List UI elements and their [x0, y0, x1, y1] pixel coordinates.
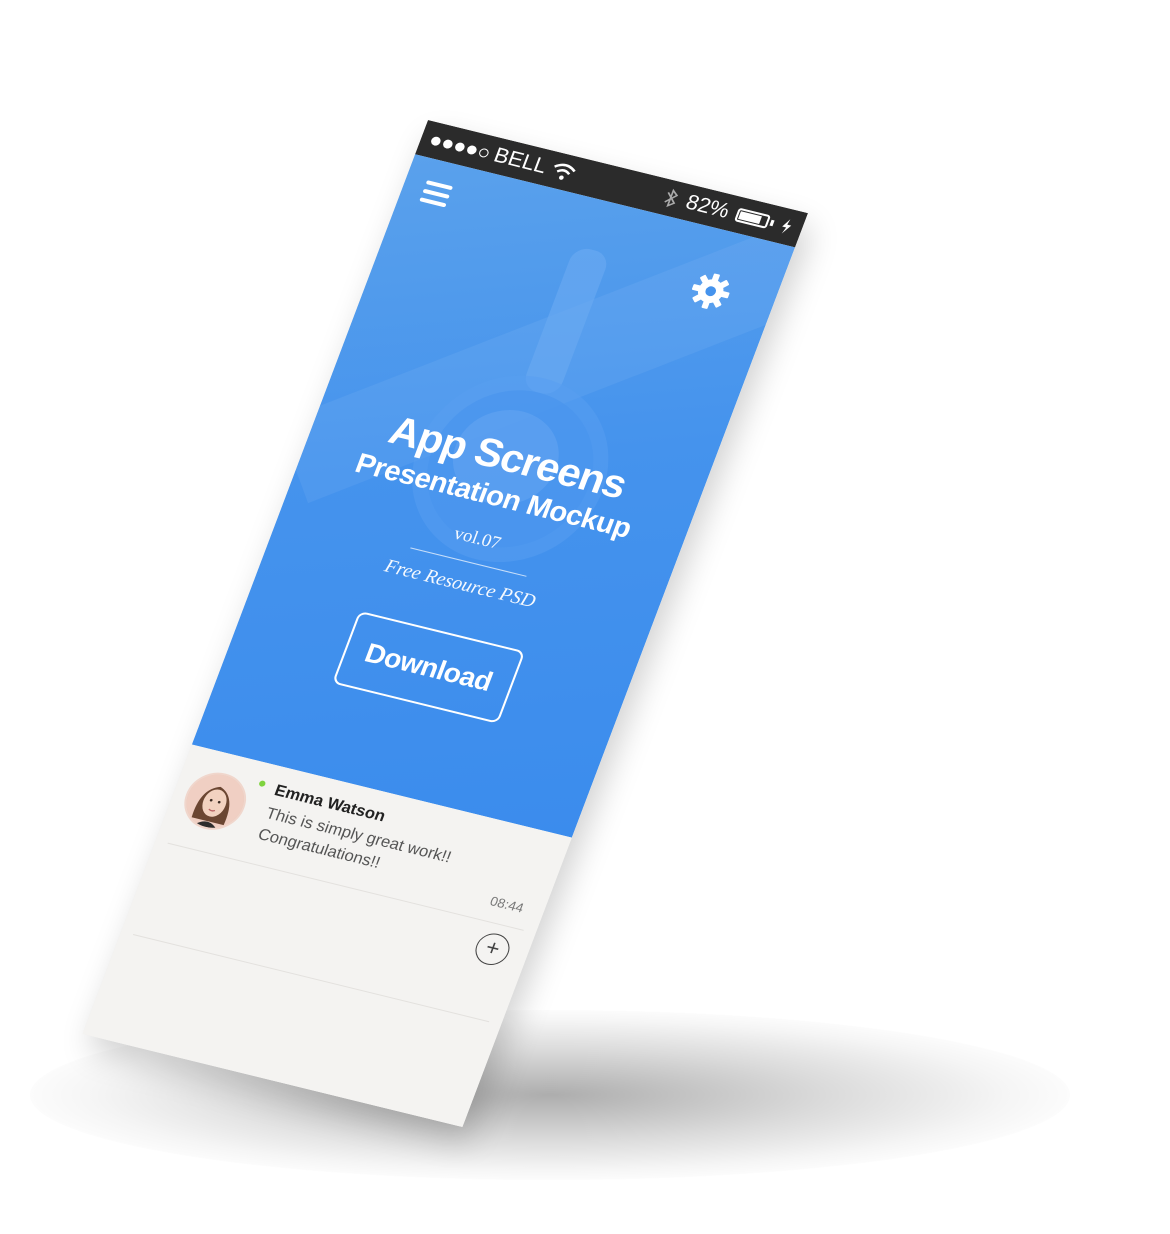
phone-screen: BELL 82% App Screens Presentation Mockup… — [82, 120, 808, 1128]
feed-divider — [132, 934, 490, 1023]
hero-panel: App Screens Presentation Mockup vol.07 F… — [191, 154, 796, 838]
bluetooth-icon — [664, 188, 679, 208]
battery-icon — [734, 207, 776, 230]
add-button[interactable]: + — [470, 930, 515, 969]
message-time: 08:44 — [487, 893, 526, 916]
signal-dots-icon — [429, 135, 491, 158]
online-status-dot — [258, 780, 267, 788]
wifi-icon — [554, 163, 577, 180]
menu-icon[interactable] — [419, 180, 454, 208]
avatar[interactable] — [175, 766, 255, 836]
charging-icon — [781, 219, 792, 234]
download-button[interactable]: Download — [331, 610, 526, 724]
avatar-portrait — [178, 768, 252, 834]
carrier-label: BELL — [490, 143, 551, 179]
plus-icon: + — [482, 934, 504, 962]
battery-percent: 82% — [682, 190, 733, 223]
